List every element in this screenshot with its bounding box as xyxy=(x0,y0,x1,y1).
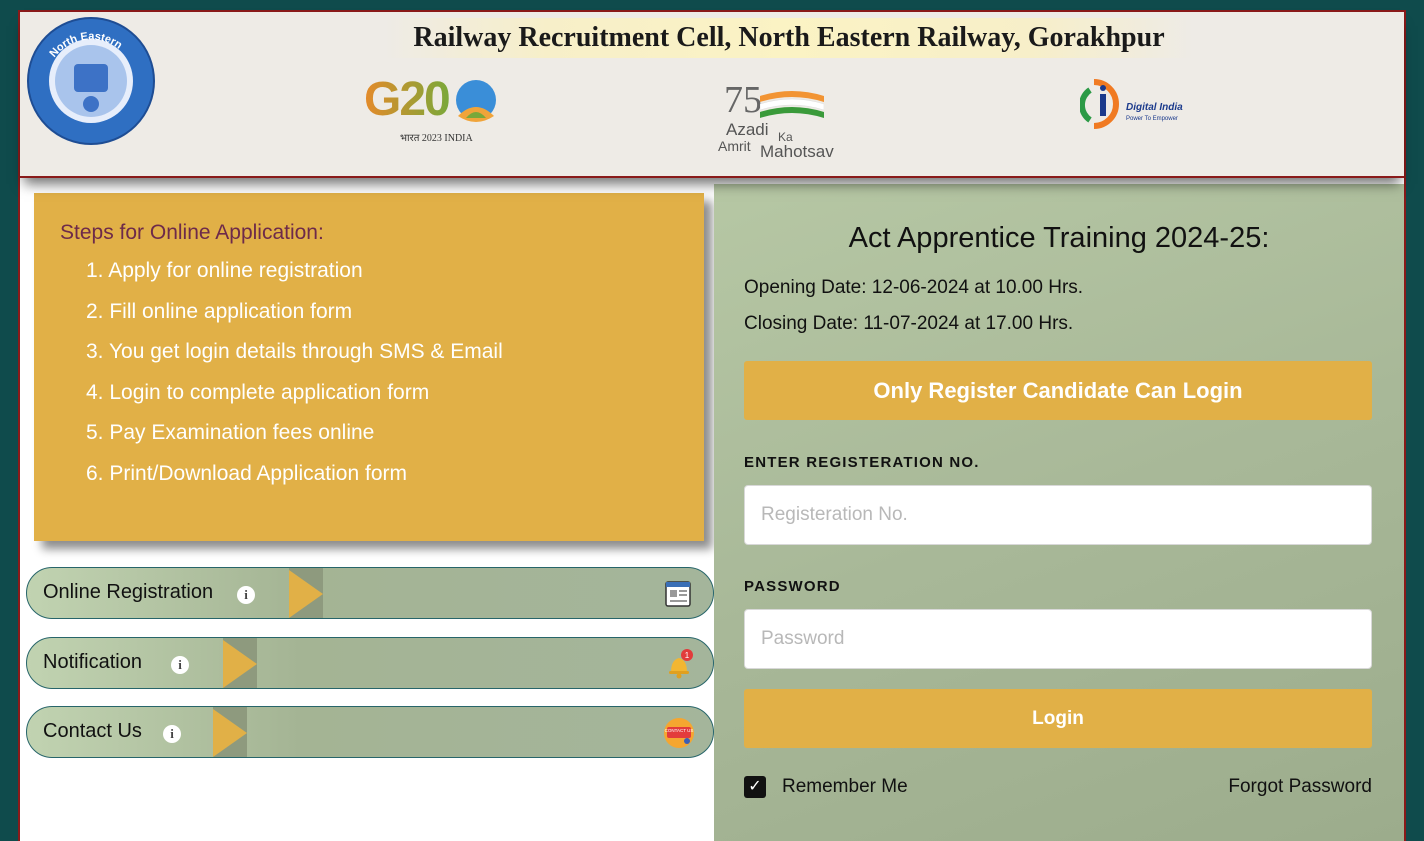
login-panel: Act Apprentice Training 2024-25: Opening… xyxy=(714,184,1404,841)
remember-me-label[interactable]: Remember Me xyxy=(782,776,908,798)
step-item: 4. Login to complete application form xyxy=(86,380,430,404)
arrow-right-icon xyxy=(213,709,247,757)
contact-us-link[interactable]: Contact Us i CONTACT US xyxy=(26,706,714,758)
bell-icon: 1 xyxy=(669,649,693,679)
arrow-right-icon xyxy=(223,640,257,688)
digital-india-text: Digital India xyxy=(1126,102,1183,113)
registration-form-icon xyxy=(665,581,691,607)
page-frame: North Eastern Railway Recruitment Cell, … xyxy=(18,10,1406,841)
contact-us-icon-text: CONTACT US xyxy=(665,728,694,733)
site-title: Railway Recruitment Cell, North Eastern … xyxy=(384,18,1194,58)
azadi-text: Azadi xyxy=(726,120,769,139)
digital-india-logo: Digital India Power To Empower xyxy=(1080,76,1184,132)
login-notice-banner: Only Register Candidate Can Login xyxy=(744,361,1372,420)
online-registration-label: Online Registration xyxy=(43,581,214,603)
closing-date: Closing Date: 11-07-2024 at 17.00 Hrs. xyxy=(744,313,1074,334)
globe-lotus-icon xyxy=(456,80,496,122)
remember-me-checkbox[interactable]: ✓ xyxy=(744,776,766,798)
login-button[interactable]: Login xyxy=(744,689,1372,748)
steps-panel: Steps for Online Application: 1. Apply f… xyxy=(34,193,704,541)
notification-badge: 1 xyxy=(685,651,690,660)
digital-india-mark-icon xyxy=(1080,79,1119,129)
steps-list: 1. Apply for online registration 2. Fill… xyxy=(60,253,704,496)
railway-emblem-icon: North Eastern xyxy=(27,17,155,145)
registration-no-label: ENTER REGISTERATION NO. xyxy=(744,454,980,471)
info-icon[interactable]: i xyxy=(237,586,255,604)
info-icon[interactable]: i xyxy=(163,725,181,743)
mahotsav-text: Mahotsav xyxy=(760,142,834,161)
opening-date: Opening Date: 12-06-2024 at 10.00 Hrs. xyxy=(744,277,1084,298)
tricolor-flag-icon xyxy=(760,91,824,118)
g20-logo-text: G20 xyxy=(364,73,451,126)
steps-title: Steps for Online Application: xyxy=(60,221,324,244)
arrow-right-icon xyxy=(289,570,323,618)
g20-sub-text: भारत 2023 INDIA xyxy=(400,133,473,144)
step-item: 6. Print/Download Application form xyxy=(86,461,407,485)
password-input[interactable] xyxy=(744,609,1372,669)
online-registration-link[interactable]: Online Registration i xyxy=(26,567,714,619)
digital-india-tagline: Power To Empower xyxy=(1126,116,1178,122)
notification-link[interactable]: Notification i 1 xyxy=(26,637,714,689)
amrit-text: Amrit xyxy=(718,138,751,154)
g20-logo: G20 भारत 2023 INDIA xyxy=(364,72,504,152)
azadi-ka-amrit-mahotsav-logo: 75 Azadi Ka Amrit Mahotsav xyxy=(716,78,852,161)
step-item: 5. Pay Examination fees online xyxy=(86,421,375,444)
info-icon[interactable]: i xyxy=(171,656,189,674)
forgot-password-link[interactable]: Forgot Password xyxy=(1228,776,1372,798)
login-title: Act Apprentice Training 2024-25: xyxy=(848,222,1270,254)
step-item: 1. Apply for online registration xyxy=(86,259,363,282)
notification-label: Notification xyxy=(43,651,142,673)
password-label: PASSWORD xyxy=(744,578,841,595)
contact-us-icon: CONTACT US xyxy=(664,718,694,748)
contact-us-label: Contact Us xyxy=(43,720,142,742)
azadi-75-text: 75 xyxy=(724,79,762,121)
step-item: 2. Fill online application form xyxy=(86,299,353,323)
step-item: 3. You get login details through SMS & E… xyxy=(86,340,503,363)
registration-no-input[interactable] xyxy=(744,485,1372,545)
site-header: North Eastern Railway Recruitment Cell, … xyxy=(20,12,1404,178)
